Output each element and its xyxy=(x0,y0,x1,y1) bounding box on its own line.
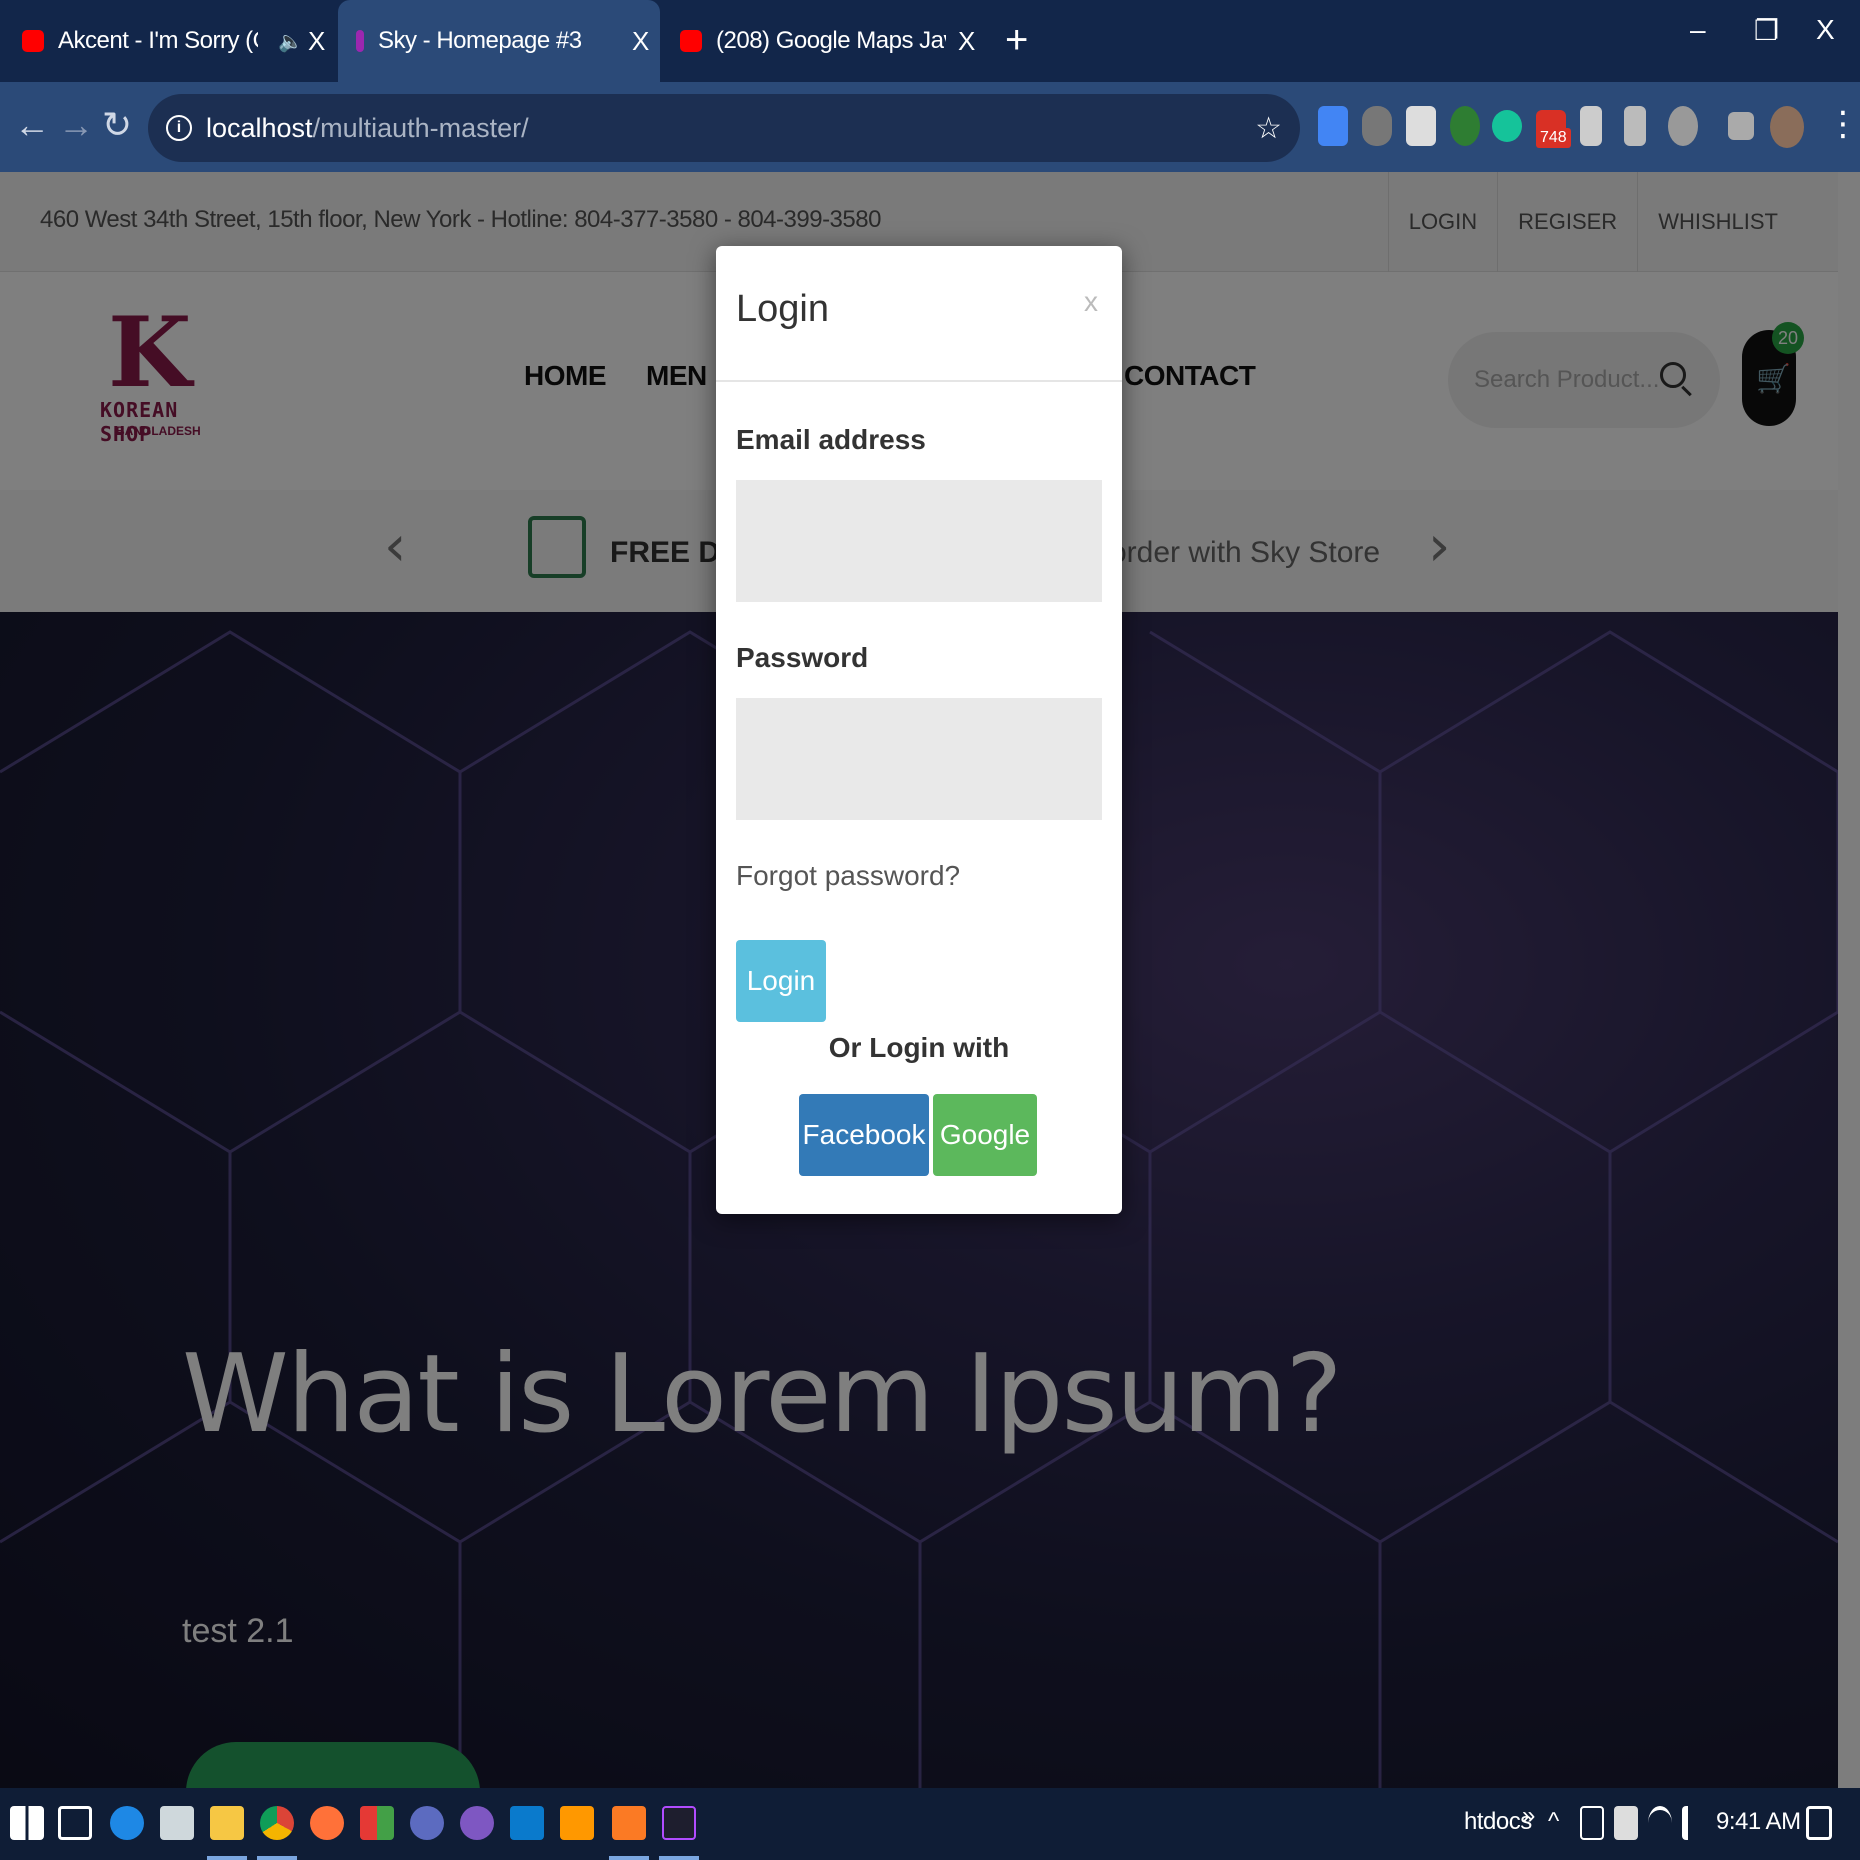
browser-tab-strip: Akcent - I'm Sorry (Official Vi 🔈 X Sky … xyxy=(0,0,1860,82)
clock-time[interactable]: 9:41 AM xyxy=(1716,1808,1801,1836)
login-modal: Login x Email address Password Forgot pa… xyxy=(716,246,1122,1214)
youtube-icon xyxy=(680,30,702,52)
restore-button[interactable]: ❐ xyxy=(1754,14,1779,47)
forgot-password-link[interactable]: Forgot password? xyxy=(736,860,960,892)
tray-app-icon[interactable] xyxy=(1580,1806,1604,1840)
google-login-button[interactable]: Google xyxy=(933,1094,1037,1176)
google-translate-icon[interactable] xyxy=(1318,106,1348,146)
running-indicator xyxy=(207,1856,247,1860)
db-app-icon[interactable] xyxy=(410,1806,444,1840)
tab-close-button[interactable]: X xyxy=(308,26,325,57)
running-indicator xyxy=(257,1856,297,1860)
windows-taskbar: htdocs » ^ 9:41 AM xyxy=(0,1788,1860,1860)
wifi-icon[interactable] xyxy=(1648,1806,1672,1840)
facebook-login-button[interactable]: Facebook xyxy=(799,1094,929,1176)
modal-close-button[interactable]: x xyxy=(1084,286,1098,318)
battery-icon[interactable] xyxy=(1614,1806,1638,1840)
modal-header: Login x xyxy=(716,246,1122,382)
windows-start-icon[interactable] xyxy=(10,1806,44,1840)
notification-badge: 748 xyxy=(1536,128,1571,148)
url-path: /multiauth-master/ xyxy=(312,112,529,143)
ublock-icon[interactable] xyxy=(1362,106,1392,146)
running-indicator xyxy=(659,1856,699,1860)
youtube-icon xyxy=(22,30,44,52)
task-view-icon[interactable] xyxy=(58,1806,92,1840)
app-icon[interactable] xyxy=(460,1806,494,1840)
back-button[interactable]: ← xyxy=(14,104,50,146)
music-icon[interactable] xyxy=(1624,106,1646,146)
vimium-icon[interactable] xyxy=(1580,106,1602,146)
password-label: Password xyxy=(736,642,869,673)
media-queue-icon[interactable] xyxy=(1728,112,1754,140)
extension-icon[interactable] xyxy=(1406,106,1436,146)
xampp-icon[interactable] xyxy=(612,1806,646,1840)
file-explorer-icon[interactable] xyxy=(210,1806,244,1840)
volume-icon[interactable] xyxy=(1682,1806,1706,1840)
modal-title: Login xyxy=(736,288,829,330)
chrome-extension-icon[interactable] xyxy=(1450,106,1480,146)
reload-button[interactable]: ↻ xyxy=(102,104,132,146)
tab-sky-homepage[interactable]: Sky - Homepage #3 X xyxy=(338,0,660,82)
browser-toolbar: ← → ↻ i localhost /multiauth-master/ ☆ 7… xyxy=(0,82,1860,172)
tab-close-button[interactable]: X xyxy=(958,26,975,57)
tab-akcent[interactable]: Akcent - I'm Sorry (Official Vi 🔈 X xyxy=(22,0,332,82)
tab-title: Akcent - I'm Sorry (Official Vi xyxy=(58,27,258,54)
browser-menu-icon[interactable]: ⋮ xyxy=(1826,104,1860,144)
phpstorm-icon[interactable] xyxy=(662,1806,696,1840)
login-button[interactable]: Login xyxy=(736,940,826,1022)
site-icon xyxy=(356,30,364,52)
teamviewer-icon[interactable] xyxy=(110,1806,144,1840)
running-indicator xyxy=(609,1856,649,1860)
minimize-button[interactable]: – xyxy=(1690,14,1706,46)
winrar-icon[interactable] xyxy=(360,1806,394,1840)
close-window-button[interactable]: X xyxy=(1816,14,1835,46)
password-field[interactable] xyxy=(736,698,1102,820)
new-tab-button[interactable]: + xyxy=(1005,18,1028,63)
url-host: localhost xyxy=(206,112,313,143)
tab-title: Sky - Homepage #3 xyxy=(378,27,582,54)
bookmark-star-icon[interactable]: ☆ xyxy=(1255,111,1282,146)
tab-title: (208) Google Maps JavaScript AP xyxy=(716,27,946,54)
toolbar-overflow[interactable]: » xyxy=(1522,1802,1535,1830)
app-icon[interactable] xyxy=(160,1806,194,1840)
avatar[interactable] xyxy=(1770,106,1804,148)
tray-expand-caret[interactable]: ^ xyxy=(1548,1808,1559,1836)
or-login-with-text: Or Login with xyxy=(828,1032,1010,1063)
forward-button[interactable]: → xyxy=(58,104,94,146)
speaker-muted-icon[interactable]: 🔈 xyxy=(278,29,303,54)
page-scrollbar[interactable] xyxy=(1838,172,1860,1788)
sublime-text-icon[interactable] xyxy=(560,1806,594,1840)
firefox-icon[interactable] xyxy=(310,1806,344,1840)
grammarly-icon[interactable] xyxy=(1492,110,1522,142)
email-label: Email address xyxy=(736,424,926,455)
email-field[interactable] xyxy=(736,480,1102,602)
address-bar[interactable]: i localhost /multiauth-master/ ☆ xyxy=(148,94,1300,162)
profile-extension-icon[interactable] xyxy=(1668,106,1698,146)
info-icon[interactable]: i xyxy=(166,115,192,141)
action-center-icon[interactable] xyxy=(1806,1806,1832,1840)
chrome-icon[interactable] xyxy=(260,1806,294,1840)
vscode-icon[interactable] xyxy=(510,1806,544,1840)
tab-close-button[interactable]: X xyxy=(632,26,649,57)
tab-google-maps[interactable]: (208) Google Maps JavaScript AP X xyxy=(680,0,990,82)
